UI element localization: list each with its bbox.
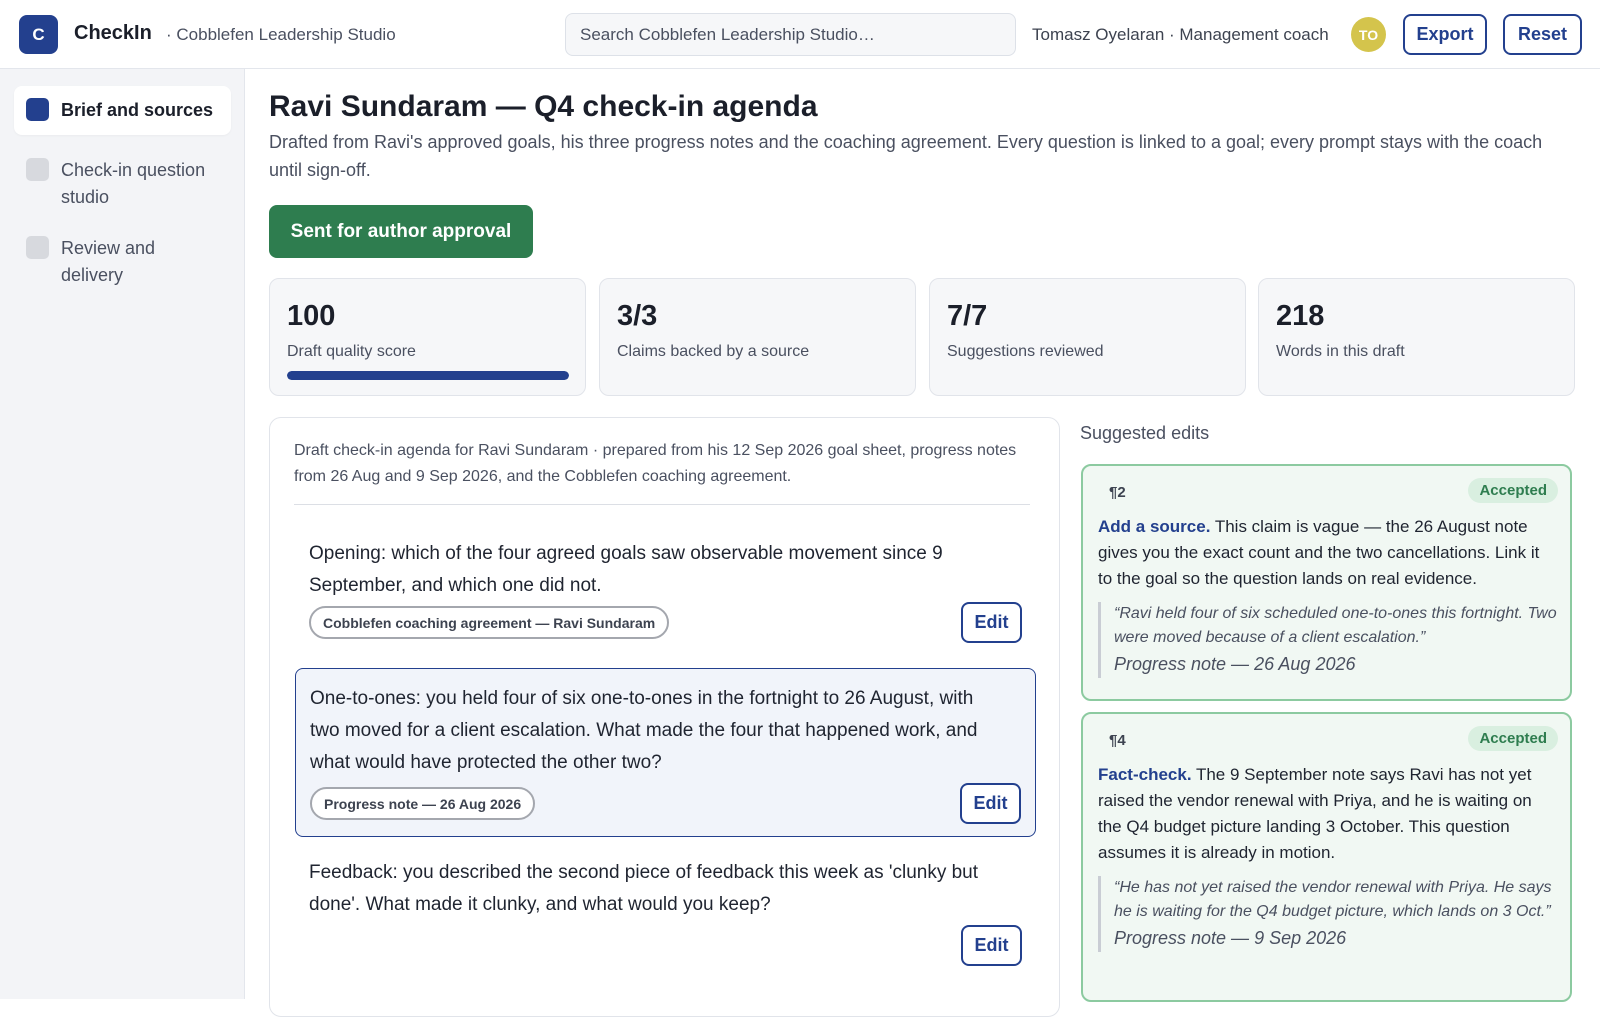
sidebar-item-label: Check-in question studio: [61, 160, 206, 207]
export-button[interactable]: Export: [1403, 14, 1487, 55]
page-title: Ravi Sundaram — Q4 check-in agenda: [269, 90, 818, 123]
stat-label: Claims backed by a source: [617, 343, 810, 360]
edit-button[interactable]: Edit: [961, 925, 1022, 966]
quote-source: Progress note — 26 Aug 2026: [1114, 654, 1356, 674]
approval-status-button[interactable]: Sent for author approval: [269, 205, 533, 258]
reset-button[interactable]: Reset: [1503, 14, 1582, 55]
suggestion-quote: “He has not yet raised the vendor renewa…: [1098, 876, 1558, 952]
question-text: Opening: which of the four agreed goals …: [309, 543, 943, 596]
stat-value: 7/7: [947, 300, 988, 332]
step-check-icon: [26, 98, 49, 121]
suggestion-card[interactable]: ¶4 Accepted Fact-check. The 9 September …: [1081, 712, 1572, 1002]
top-bar: C CheckIn · Cobblefen Leadership Studio …: [0, 0, 1600, 69]
suggestion-body: Add a source. This claim is vague — the …: [1098, 514, 1558, 592]
question-block[interactable]: Feedback: you described the second piece…: [295, 843, 1036, 973]
quote-text: “Ravi held four of six scheduled one-to-…: [1114, 605, 1557, 646]
sidebar-item-review-and-delivery[interactable]: Review and delivery: [14, 224, 231, 300]
question-block[interactable]: Opening: which of the four agreed goals …: [295, 524, 1036, 654]
suggestion-action: Add a source.: [1098, 517, 1211, 536]
quality-progress-bar: [287, 371, 569, 380]
stat-label: Words in this draft: [1276, 343, 1405, 360]
stat-label: Suggestions reviewed: [947, 343, 1104, 360]
source-chip[interactable]: Cobblefen coaching agreement — Ravi Sund…: [309, 606, 670, 639]
paragraph-marker: ¶4: [1109, 732, 1126, 749]
stat-card-quality: 100 Draft quality score: [269, 278, 586, 396]
suggestion-body: Fact-check. The 9 September note says Ra…: [1098, 762, 1558, 866]
sidebar-item-brief-and-sources[interactable]: Brief and sources: [14, 86, 231, 135]
status-badge: Accepted: [1468, 478, 1558, 503]
suggestion-quote: “Ravi held four of six scheduled one-to-…: [1098, 602, 1558, 678]
sidebar-item-label: Review and delivery: [61, 238, 156, 285]
suggestions-title: Suggested edits: [1080, 423, 1210, 443]
draft-header: Draft check-in agenda for Ravi Sundaram …: [294, 438, 1030, 505]
stat-value: 100: [287, 300, 336, 332]
stat-value: 3/3: [617, 300, 658, 332]
quote-source: Progress note — 9 Sep 2026: [1114, 928, 1347, 948]
stat-card-claims: 3/3 Claims backed by a source: [599, 278, 916, 396]
edit-button[interactable]: Edit: [960, 783, 1021, 824]
paragraph-marker: ¶2: [1109, 484, 1126, 501]
app-logo[interactable]: C: [19, 15, 58, 54]
quote-text: “He has not yet raised the vendor renewa…: [1114, 879, 1552, 920]
user-label: Tomasz Oyelaran · Management coach: [1032, 25, 1329, 44]
draft-panel: Draft check-in agenda for Ravi Sundaram …: [269, 417, 1060, 1017]
edit-button[interactable]: Edit: [961, 602, 1022, 643]
stat-card-suggestions: 7/7 Suggestions reviewed: [929, 278, 1246, 396]
stat-card-words: 218 Words in this draft: [1258, 278, 1575, 396]
app-name: CheckIn: [74, 22, 152, 44]
suggestion-card[interactable]: ¶2 Accepted Add a source. This claim is …: [1081, 464, 1572, 701]
question-text: One-to-ones: you held four of six one-to…: [310, 688, 978, 773]
quality-progress-fill: [287, 371, 569, 380]
page-description: Drafted from Ravi's approved goals, his …: [269, 132, 1543, 180]
sidebar-item-question-studio[interactable]: Check-in question studio: [14, 146, 231, 222]
source-chip[interactable]: Progress note — 26 Aug 2026: [310, 787, 536, 820]
status-badge: Accepted: [1468, 726, 1558, 751]
suggestion-action: Fact-check.: [1098, 765, 1192, 784]
step-check-icon: [26, 236, 49, 259]
sidebar-item-label: Brief and sources: [61, 100, 214, 120]
stat-label: Draft quality score: [287, 343, 416, 360]
org-name: · Cobblefen Leadership Studio: [166, 25, 396, 44]
question-text: Feedback: you described the second piece…: [309, 862, 979, 915]
step-check-icon: [26, 158, 49, 181]
search-input[interactable]: [565, 13, 1016, 56]
avatar[interactable]: TO: [1351, 17, 1386, 52]
question-block-selected[interactable]: One-to-ones: you held four of six one-to…: [295, 668, 1036, 837]
sidebar: Brief and sources Check-in question stud…: [0, 69, 245, 999]
stat-value: 218: [1276, 300, 1325, 332]
